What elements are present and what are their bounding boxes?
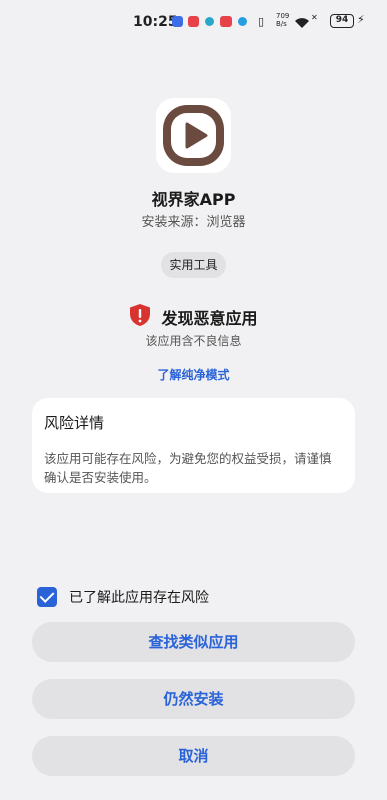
- app-name: 视界家APP: [151, 190, 236, 209]
- risk-details-title: 风险详情: [44, 414, 105, 432]
- notification-app-icon: [205, 17, 214, 26]
- warning-title: 发现恶意应用: [161, 309, 258, 328]
- risk-details-body: 该应用可能存在风险，为避免您的权益受损，请谨慎确认是否安装使用。: [44, 451, 332, 485]
- vibrate-icon: ▯: [258, 15, 265, 28]
- battery-icon: 94: [330, 14, 354, 28]
- play-icon: [163, 105, 224, 166]
- malware-warning: 发现恶意应用: [0, 303, 387, 331]
- notification-app-icon: [238, 17, 247, 26]
- status-time: 10:25: [133, 14, 178, 30]
- install-anyway-button[interactable]: 仍然安装: [32, 679, 355, 719]
- wifi-icon: [294, 14, 310, 33]
- status-bar: 10:25 ▯ 709 B/s ✕ 94 ⚡: [0, 0, 387, 44]
- warning-subtitle: 该应用含不良信息: [145, 334, 242, 348]
- learn-pure-mode-link[interactable]: 了解纯净模式: [0, 366, 387, 383]
- charging-icon: ⚡: [357, 13, 365, 26]
- notification-app-icon: [220, 16, 232, 27]
- notification-app-icon: [188, 16, 199, 27]
- no-signal-icon: ✕: [311, 13, 318, 22]
- category-tag: 实用工具: [161, 252, 226, 278]
- acknowledge-checkbox[interactable]: [37, 587, 57, 607]
- risk-acknowledge-row[interactable]: 已了解此应用存在风险: [37, 586, 209, 608]
- find-similar-apps-button[interactable]: 查找类似应用: [32, 622, 355, 662]
- risk-details-card: 风险详情 该应用可能存在风险，为避免您的权益受损，请谨慎确认是否安装使用。: [32, 398, 355, 493]
- network-speed: 709 B/s: [276, 12, 290, 28]
- acknowledge-label[interactable]: 已了解此应用存在风险: [69, 587, 209, 607]
- install-source: 安装来源：浏览器: [141, 215, 246, 230]
- app-icon: [156, 98, 231, 173]
- shield-warning-icon: [129, 303, 151, 331]
- notification-app-icon: [172, 16, 183, 27]
- cancel-button[interactable]: 取消: [32, 736, 355, 776]
